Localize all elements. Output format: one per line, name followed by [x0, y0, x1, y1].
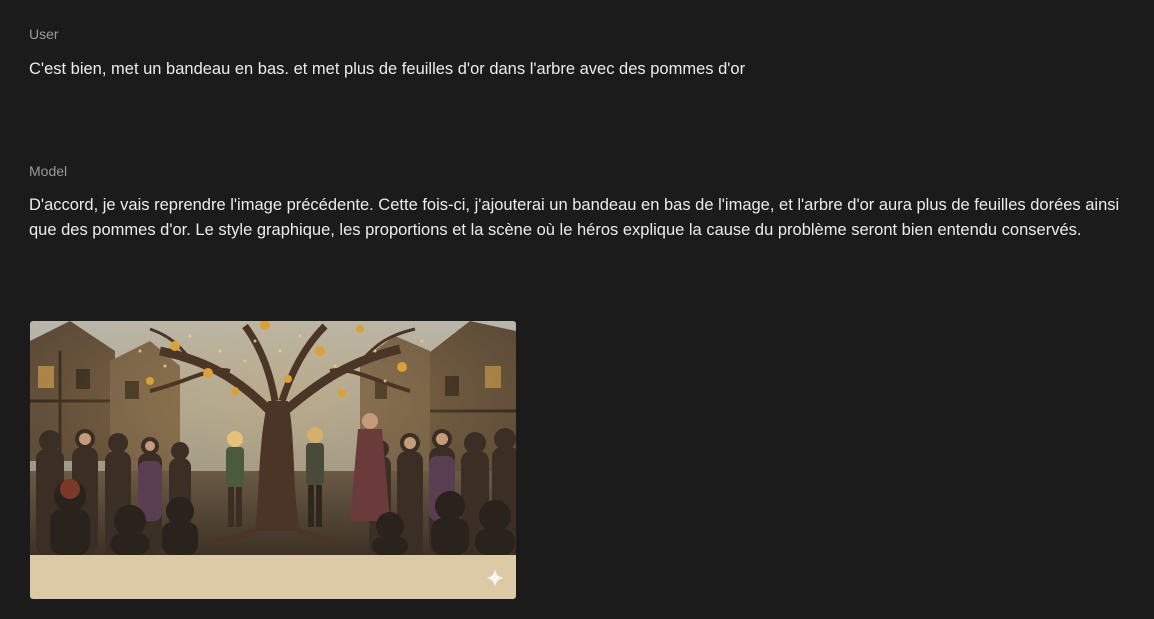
generated-image[interactable] — [30, 321, 516, 599]
illustration-golden-tree — [30, 321, 516, 555]
user-message: C'est bien, met un bandeau en bas. et me… — [29, 60, 746, 78]
user-role-label: User — [29, 26, 59, 42]
model-role-label: Model — [29, 163, 68, 179]
sparkle-icon[interactable] — [485, 568, 505, 588]
chat-page: User C'est bien, met un bandeau en bas. … — [0, 0, 1154, 619]
red-haired-villager — [60, 479, 80, 499]
bottom-banner — [30, 555, 516, 599]
model-message: D'accord, je vais reprendre l'image préc… — [29, 196, 1120, 239]
